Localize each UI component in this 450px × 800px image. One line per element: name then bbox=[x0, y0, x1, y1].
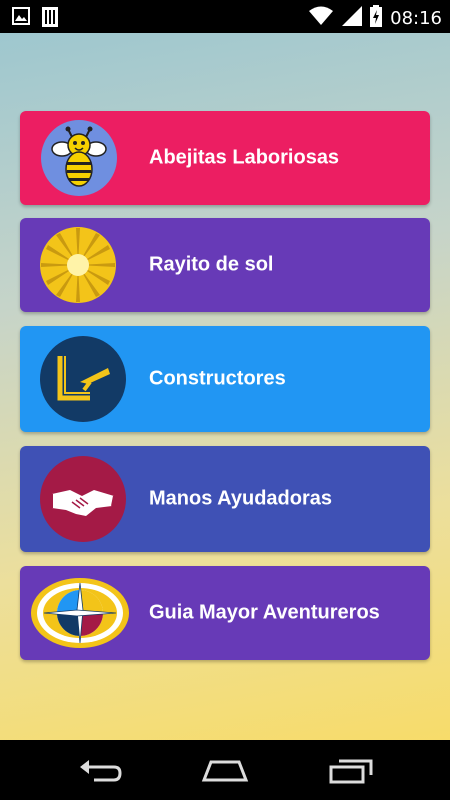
menu-item-constructores[interactable]: Constructores bbox=[20, 326, 430, 432]
adventurers-emblem-icon bbox=[30, 577, 130, 649]
recent-apps-icon[interactable] bbox=[329, 758, 373, 789]
status-time: 08:16 bbox=[390, 8, 442, 29]
sim-card-icon bbox=[42, 7, 58, 32]
menu-item-guia-mayor-aventureros[interactable]: Guia Mayor Aventureros bbox=[20, 566, 430, 660]
signal-icon bbox=[342, 6, 363, 31]
image-notification-icon bbox=[12, 7, 30, 32]
menu-item-label: Abejitas Laboriosas bbox=[149, 146, 340, 169]
wifi-icon bbox=[308, 6, 334, 31]
main-content: Abejitas Laboriosas Rayito de sol Constr… bbox=[0, 33, 450, 740]
menu-item-label: Manos Ayudadoras bbox=[149, 487, 332, 510]
battery-icon bbox=[370, 5, 383, 32]
status-left-icons bbox=[12, 7, 58, 32]
trowel-icon bbox=[38, 334, 128, 424]
menu-item-rayito-de-sol[interactable]: Rayito de sol bbox=[20, 218, 430, 312]
back-icon[interactable] bbox=[78, 758, 122, 789]
menu-item-label: Constructores bbox=[149, 367, 286, 390]
menu-item-abejitas-laboriosas[interactable]: Abejitas Laboriosas bbox=[20, 111, 430, 205]
menu-item-label: Rayito de sol bbox=[149, 253, 274, 276]
handshake-icon bbox=[38, 454, 128, 544]
navigation-bar bbox=[0, 740, 450, 800]
bee-icon bbox=[38, 117, 120, 199]
home-icon[interactable] bbox=[201, 758, 249, 789]
menu-item-manos-ayudadoras[interactable]: Manos Ayudadoras bbox=[20, 446, 430, 552]
status-bar: 08:16 bbox=[0, 0, 450, 33]
menu-item-label: Guia Mayor Aventureros bbox=[149, 601, 380, 624]
status-right-icons: 08:16 bbox=[308, 5, 442, 32]
sun-icon bbox=[38, 225, 118, 305]
